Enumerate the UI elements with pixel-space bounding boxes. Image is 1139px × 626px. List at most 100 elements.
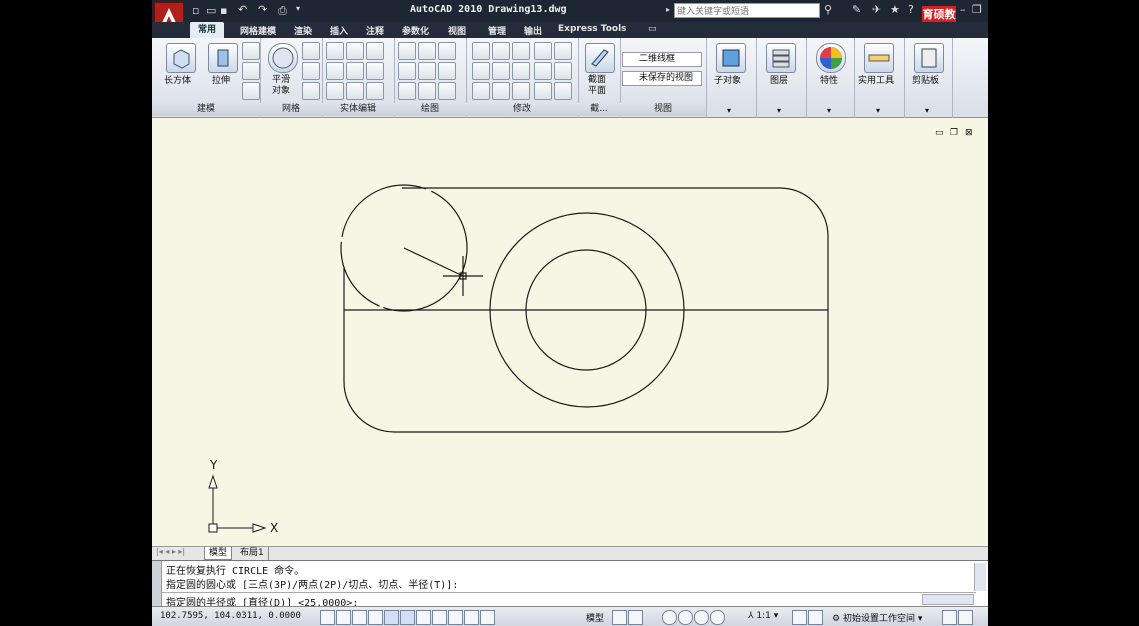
object-snap-tracking-toggle[interactable] [416, 610, 431, 625]
dynamic-ucs-toggle[interactable] [432, 610, 447, 625]
command-scrollbar[interactable] [974, 563, 986, 591]
tab-layout1[interactable]: 布局1 [236, 547, 269, 560]
qat-dropdown-icon[interactable]: ▾ [296, 4, 300, 13]
fillet-icon[interactable] [554, 62, 572, 80]
toolbar-lock-icon[interactable] [942, 610, 957, 625]
panel-title-solid-edit[interactable]: 实体编辑 [322, 103, 394, 116]
trim-icon[interactable] [554, 42, 572, 60]
rotate-icon[interactable] [512, 62, 530, 80]
zoom-icon[interactable] [678, 610, 693, 625]
extract-edges-icon[interactable] [346, 42, 364, 60]
imprint-icon[interactable] [346, 82, 364, 100]
mirror-icon[interactable] [472, 82, 490, 100]
join-icon[interactable] [554, 82, 572, 100]
revolve-icon[interactable] [242, 82, 260, 100]
panel-title-view[interactable]: 视图 [620, 103, 706, 116]
tab-insert[interactable]: 插入 [330, 24, 348, 37]
polyline-icon[interactable] [398, 42, 416, 60]
loft-icon[interactable] [242, 62, 260, 80]
properties-button[interactable] [816, 43, 846, 73]
steering-wheel-icon[interactable] [694, 610, 709, 625]
command-window-grip[interactable] [152, 561, 162, 607]
model-space-label[interactable]: 模型 [586, 611, 604, 624]
tab-output[interactable]: 输出 [524, 24, 542, 37]
section-plane-button[interactable] [585, 43, 615, 73]
tab-express-tools[interactable]: Express Tools [558, 24, 627, 34]
3d-osnap-toggle[interactable] [400, 610, 415, 625]
move-icon[interactable] [512, 42, 530, 60]
command-window[interactable]: 正在恢复执行 CIRCLE 命令。 指定圆的圆心或 [三点(3P)/两点(2P)… [152, 560, 988, 609]
snap-mode-toggle[interactable] [320, 610, 335, 625]
polygon-icon[interactable] [398, 82, 416, 100]
ribbon-minimize-icon[interactable]: ▭ [648, 24, 657, 34]
named-view-dropdown[interactable]: 未保存的视图 [622, 71, 702, 86]
offset-icon[interactable] [492, 62, 510, 80]
pan-icon[interactable] [662, 610, 677, 625]
save-icon[interactable]: ▪ [220, 4, 227, 17]
explode-icon[interactable] [534, 62, 552, 80]
tab-home[interactable]: 常用 [190, 22, 225, 38]
tab-nav-first-icon[interactable]: |◂ ◂ ▸ ▸| [156, 547, 185, 556]
restore-icon[interactable]: ❐ [972, 3, 982, 16]
stretch-icon[interactable] [472, 62, 490, 80]
polysolid-icon[interactable] [418, 42, 436, 60]
plot-icon[interactable]: ⎙ [278, 4, 287, 18]
spline-icon[interactable] [398, 62, 416, 80]
tab-manage[interactable]: 管理 [488, 24, 506, 37]
panel-title-mesh[interactable]: 网格 [260, 103, 322, 116]
shell-icon[interactable] [366, 82, 384, 100]
communication-icon[interactable]: ✎ [852, 3, 861, 16]
subscription-icon[interactable]: ✈ [872, 3, 881, 16]
smooth-less-icon[interactable] [302, 62, 320, 80]
clipboard-chevron-icon[interactable]: ▾ [925, 106, 929, 115]
box-button[interactable] [166, 43, 196, 73]
separate-icon[interactable] [346, 62, 364, 80]
object-snap-toggle[interactable] [384, 610, 399, 625]
clean-screen-icon[interactable] [958, 610, 973, 625]
new-file-icon[interactable]: ▫ [192, 4, 199, 17]
favorites-star-icon[interactable]: ★ [890, 3, 900, 16]
tab-view[interactable]: 视图 [448, 24, 466, 37]
erase-icon[interactable] [534, 82, 552, 100]
rectangle-icon[interactable] [418, 82, 436, 100]
lineweight-toggle[interactable] [464, 610, 479, 625]
tab-mesh-modeling[interactable]: 网格建模 [240, 24, 276, 37]
array-icon[interactable] [534, 42, 552, 60]
panel-title-section[interactable]: 截... [578, 103, 620, 116]
layers-button[interactable] [766, 43, 796, 73]
annotation-scale[interactable]: ⅄ 1:1 ▾ [748, 611, 778, 621]
workspace-switch[interactable]: ⚙ 初始设置工作空间 ▾ [832, 611, 922, 624]
grid-display-toggle[interactable] [336, 610, 351, 625]
sweep-icon[interactable] [242, 42, 260, 60]
layout-view-icon[interactable] [612, 610, 627, 625]
union-icon[interactable] [326, 42, 344, 60]
copy-icon[interactable] [512, 82, 530, 100]
quick-view-icon[interactable] [628, 610, 643, 625]
scale-icon[interactable] [472, 42, 490, 60]
visual-style-dropdown[interactable]: 二维线框 [622, 52, 702, 67]
smooth-more-icon[interactable] [302, 42, 320, 60]
showmotion-icon[interactable] [710, 610, 725, 625]
subtract-icon[interactable] [326, 62, 344, 80]
subobject-button[interactable] [716, 43, 746, 73]
help-icon[interactable]: ? [908, 3, 914, 16]
tab-parametric[interactable]: 参数化 [402, 24, 429, 37]
extrude-button[interactable] [208, 43, 238, 73]
taper-faces-icon[interactable] [366, 62, 384, 80]
intersect-icon[interactable] [326, 82, 344, 100]
tab-annotate[interactable]: 注释 [366, 24, 384, 37]
line-icon[interactable] [418, 62, 436, 80]
subobject-chevron-icon[interactable]: ▾ [727, 106, 731, 115]
ortho-mode-toggle[interactable] [352, 610, 367, 625]
properties-chevron-icon[interactable]: ▾ [827, 106, 831, 115]
quick-properties-toggle[interactable] [480, 610, 495, 625]
clipboard-button[interactable] [914, 43, 944, 73]
auto-scale-icon[interactable] [808, 610, 823, 625]
command-hscroll[interactable] [922, 594, 974, 605]
tab-render[interactable]: 渲染 [294, 24, 312, 37]
ellipse-icon[interactable] [438, 82, 456, 100]
polar-tracking-toggle[interactable] [368, 610, 383, 625]
layers-chevron-icon[interactable]: ▾ [777, 106, 781, 115]
search-input[interactable] [674, 3, 820, 18]
coordinate-readout[interactable]: 102.7595, 104.0311, 0.0000 [160, 611, 301, 621]
